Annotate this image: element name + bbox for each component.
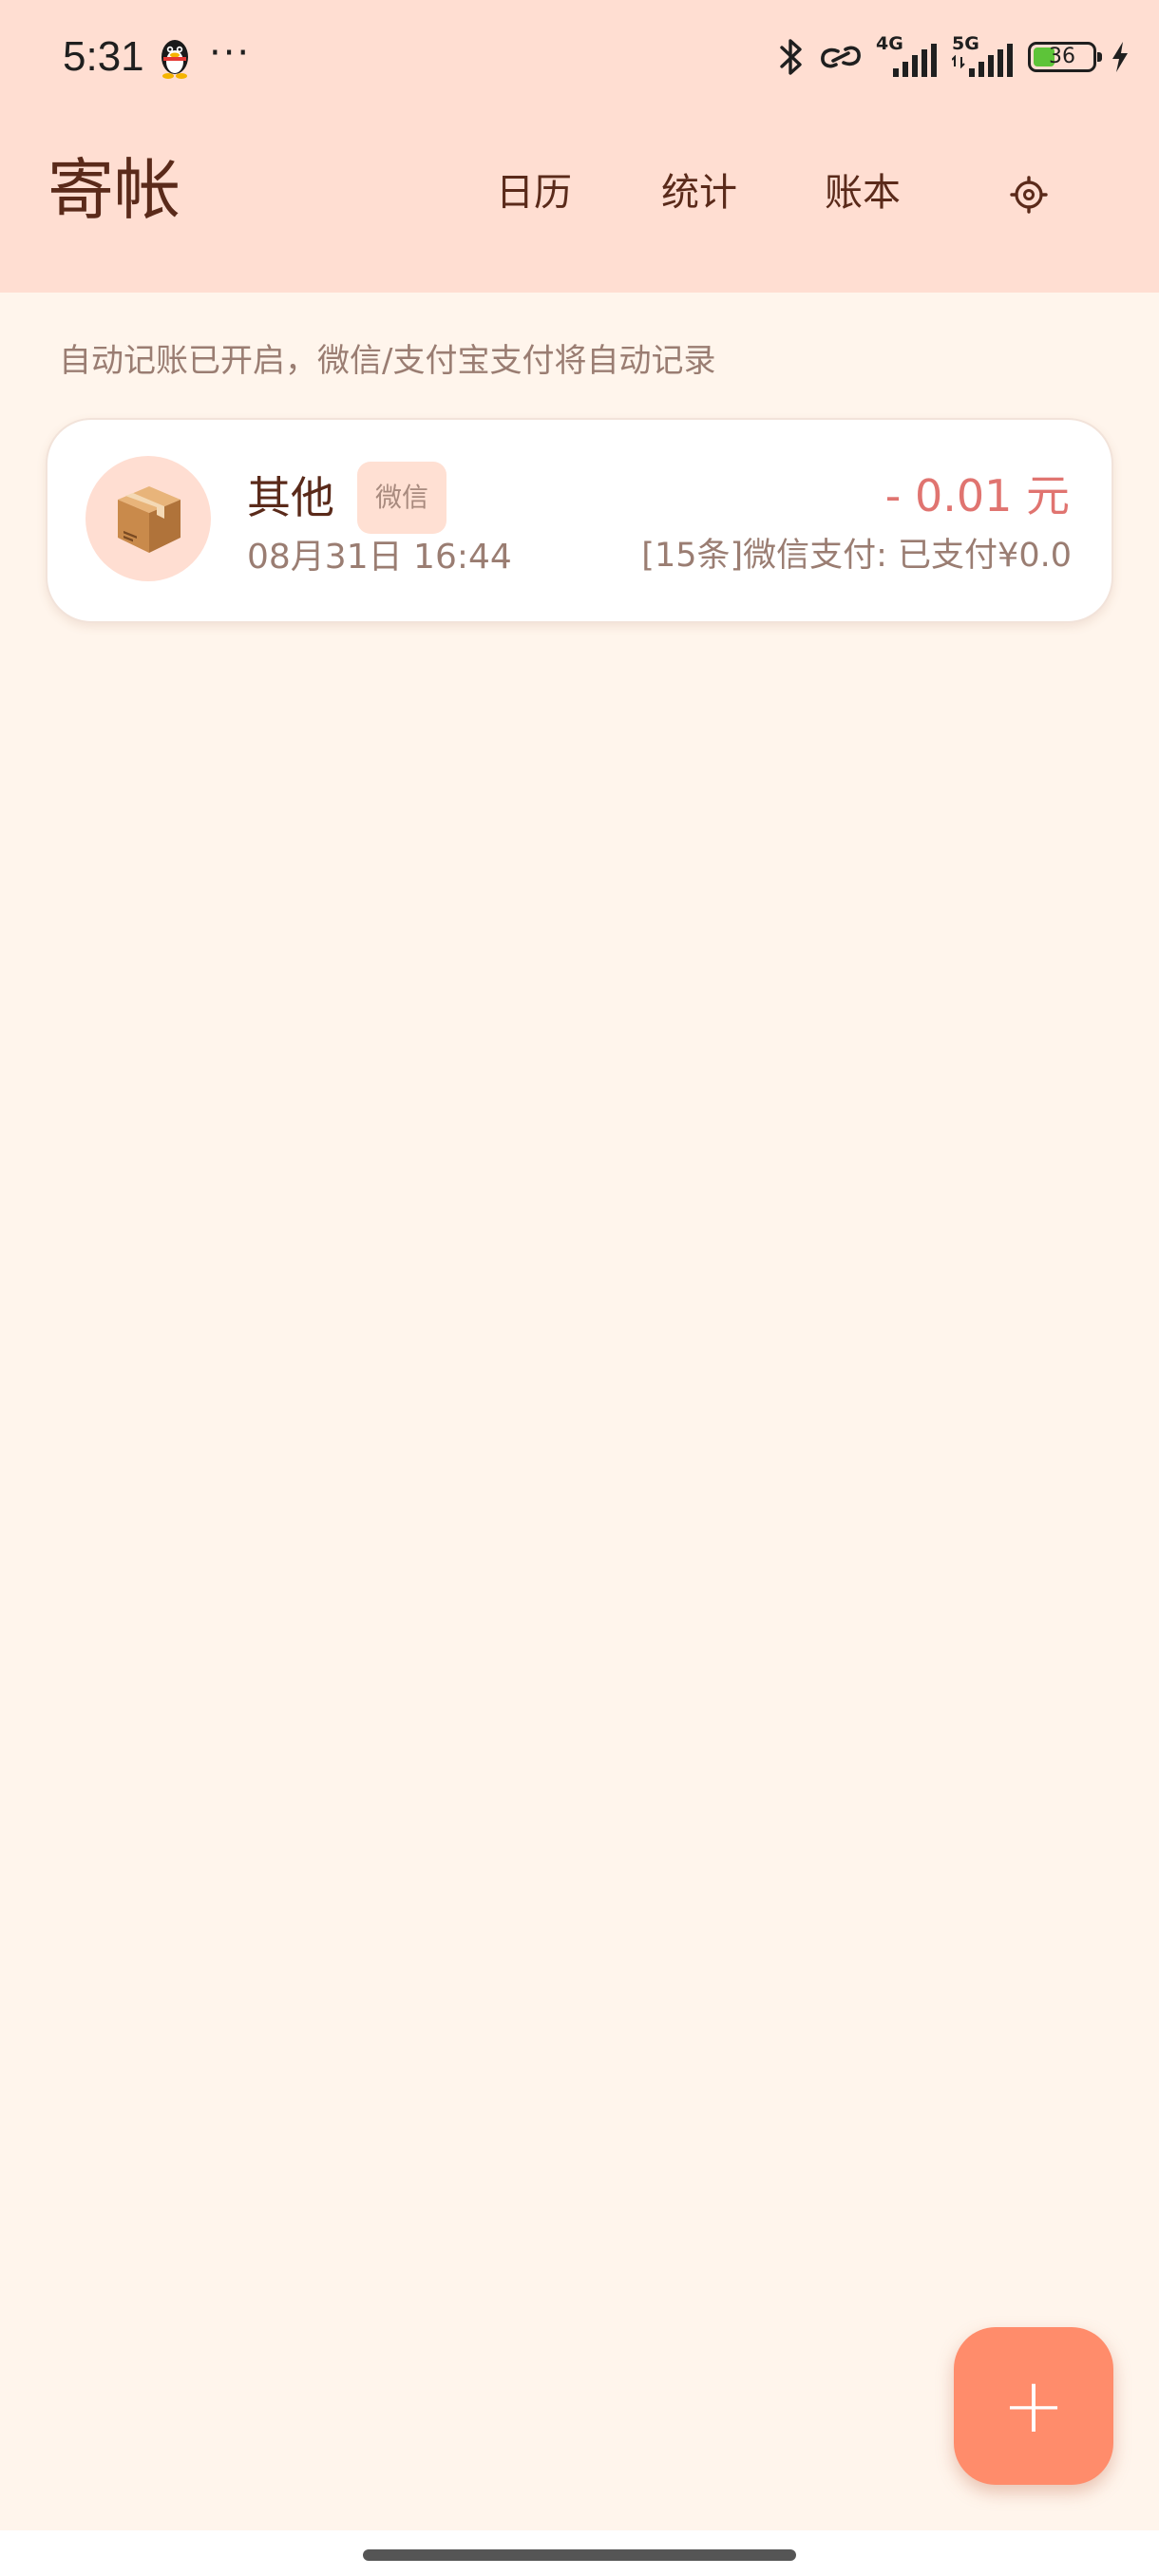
more-notifications-icon: ··· bbox=[209, 31, 252, 75]
hotspot-link-icon bbox=[821, 46, 861, 68]
charging-bolt-icon bbox=[1112, 42, 1128, 72]
battery-icon: 36 bbox=[1028, 42, 1102, 72]
transaction-record[interactable]: 其他 微信 08月31日 16:44 - 0.01 元 [15条]微信支付: 已… bbox=[46, 418, 1113, 623]
status-bar: 5:31 ··· 4G 5G 36 bbox=[0, 0, 1159, 114]
auto-record-notice: 自动记账已开启，微信/支付宝支付将自动记录 bbox=[59, 342, 716, 380]
status-right-icons: 4G 5G 36 bbox=[777, 34, 1130, 80]
signal-5g-icon: 5G bbox=[952, 34, 1015, 80]
payment-source-badge: 微信 bbox=[357, 462, 446, 534]
signal-4g-icon: 4G bbox=[876, 34, 939, 80]
record-note: [15条]微信支付: 已支付¥0.0 bbox=[641, 537, 1072, 575]
record-category: 其他 bbox=[247, 472, 334, 523]
app-header: 寄帐 日历 统计 账本 bbox=[0, 114, 1159, 293]
nav-statistics[interactable]: 统计 bbox=[661, 169, 737, 217]
bluetooth-icon bbox=[780, 39, 802, 75]
app-title: 寄帐 bbox=[48, 151, 180, 229]
record-datetime: 08月31日 16:44 bbox=[247, 538, 512, 577]
home-indicator[interactable] bbox=[363, 2549, 796, 2561]
battery-cap bbox=[1097, 52, 1102, 62]
package-box-icon bbox=[118, 486, 180, 553]
plus-icon: + bbox=[1001, 2361, 1066, 2450]
qq-penguin-icon bbox=[162, 40, 188, 79]
nav-account-books[interactable]: 账本 bbox=[825, 169, 901, 217]
status-time: 5:31 bbox=[63, 33, 144, 80]
battery-level: 36 bbox=[1049, 45, 1075, 68]
record-amount: - 0.01 元 bbox=[884, 470, 1070, 521]
nav-calendar[interactable]: 日历 bbox=[496, 169, 572, 217]
gear-icon[interactable] bbox=[1009, 175, 1049, 215]
add-record-button[interactable]: + bbox=[954, 2327, 1113, 2485]
system-navigation-bar bbox=[0, 2530, 1159, 2576]
category-avatar bbox=[86, 456, 211, 581]
